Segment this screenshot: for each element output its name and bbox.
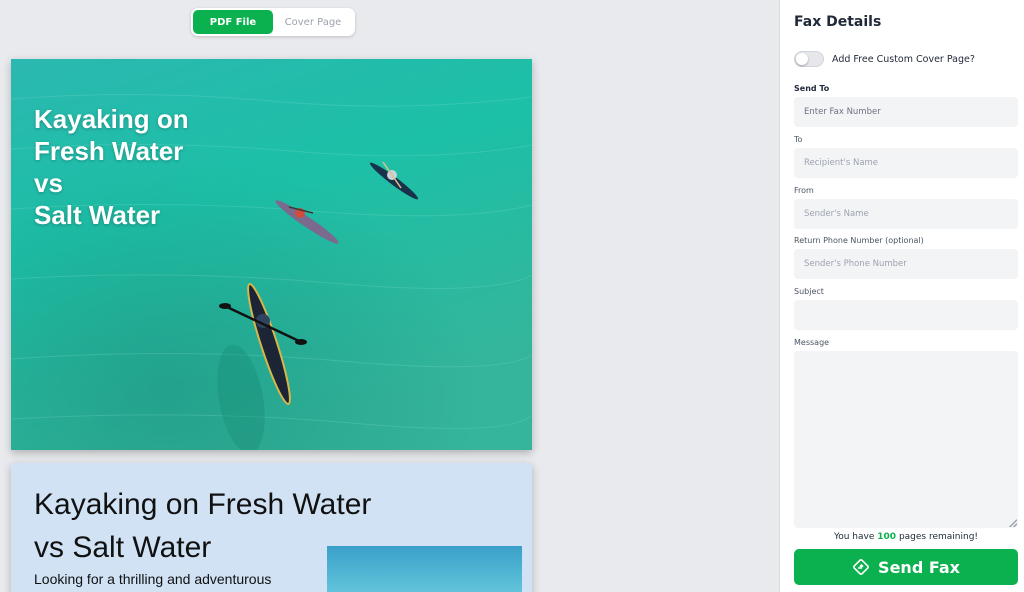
pages-remaining-text: You have 100 pages remaining! [794, 532, 1018, 542]
send-diamond-icon [852, 558, 870, 576]
subject-input[interactable] [794, 300, 1018, 330]
recipient-name-input[interactable] [794, 148, 1018, 178]
panel-title: Fax Details [794, 14, 882, 30]
fax-details-panel: Fax Details Add Free Custom Cover Page? … [779, 0, 1024, 592]
article-photo [327, 546, 522, 592]
view-toggle: PDF File Cover Page [191, 8, 355, 36]
tab-pdf-file[interactable]: PDF File [193, 10, 273, 34]
send-fax-label: Send Fax [878, 557, 960, 577]
send-fax-button[interactable]: Send Fax [794, 549, 1018, 585]
from-label: From [794, 186, 814, 195]
pages-remaining-prefix: You have [833, 532, 875, 542]
cover-title-line: Fresh Water [34, 136, 184, 166]
message-textarea[interactable] [794, 351, 1018, 528]
pdf-page-1: Kayaking on Fresh Water vs Salt Water [11, 59, 532, 450]
cover-title-line: vs [34, 168, 63, 198]
return-phone-label: Return Phone Number (optional) [794, 236, 924, 245]
cover-page-toggle-label: Add Free Custom Cover Page? [832, 53, 975, 65]
pdf-page-2: Kayaking on Fresh Water vs Salt Water Lo… [11, 463, 532, 592]
cover-title-line: Salt Water [34, 200, 161, 230]
article-body-text: Looking for a thrilling and adventurous [34, 571, 272, 587]
sender-name-input[interactable] [794, 199, 1018, 229]
cover-page-title: Kayaking on Fresh Water vs Salt Water [34, 103, 189, 231]
subject-label: Subject [794, 287, 824, 296]
pages-remaining-count: 100 [877, 532, 897, 542]
cover-page-toggle-row: Add Free Custom Cover Page? [794, 51, 975, 67]
cover-title-line: Kayaking on [34, 104, 189, 134]
toggle-knob [796, 53, 808, 65]
sender-phone-input[interactable] [794, 249, 1018, 279]
pages-remaining-suffix: pages remaining! [898, 532, 979, 542]
tab-cover-page[interactable]: Cover Page [273, 10, 353, 34]
article-title-line: Kayaking on Fresh Water [34, 488, 372, 521]
send-to-label: Send To [794, 84, 830, 93]
message-label: Message [794, 338, 830, 347]
resize-grip-icon[interactable] [1009, 519, 1017, 527]
cover-page-toggle[interactable] [794, 51, 824, 67]
to-label: To [794, 135, 803, 144]
document-preview: PDF File Cover Page Kayaking on Fresh Wa… [0, 0, 779, 592]
fax-number-input[interactable] [794, 97, 1018, 127]
